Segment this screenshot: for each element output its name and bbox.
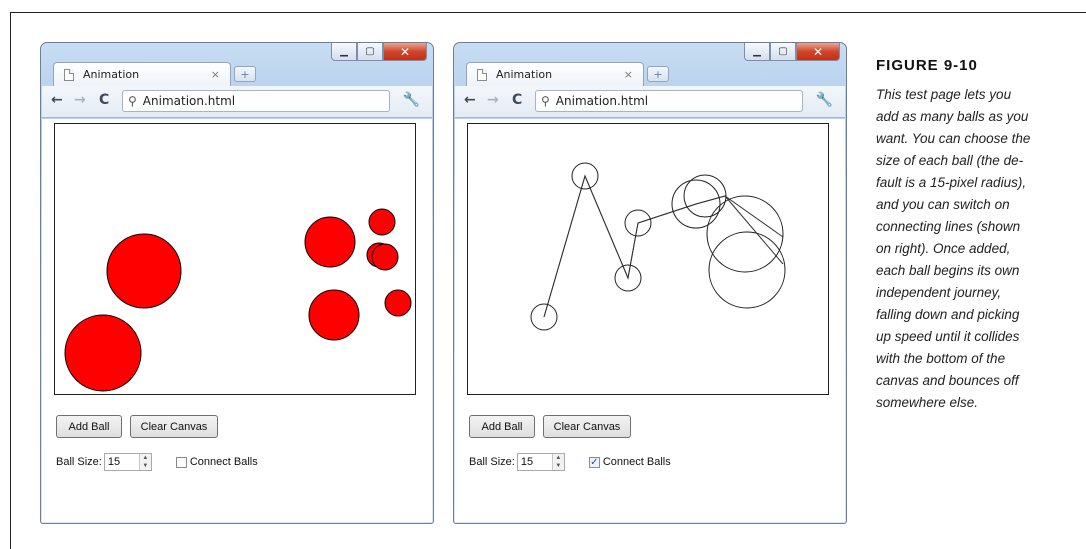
- forward-arrow-icon[interactable]: →: [74, 92, 86, 108]
- new-tab-button[interactable]: +: [647, 66, 669, 82]
- connecting-lines: [543, 174, 784, 318]
- wrench-icon[interactable]: 🔧: [403, 92, 420, 108]
- browser-toolbar: ← → C ⚲ Animation.html 🔧: [455, 86, 845, 118]
- caption-line: fault is a 15-pixel radius),: [876, 175, 1027, 190]
- address-bar[interactable]: ⚲ Animation.html: [535, 90, 803, 112]
- connect-balls-label: Connect Balls: [189, 456, 258, 468]
- ball-size-label: Ball Size:: [56, 456, 102, 468]
- clear-canvas-button[interactable]: Clear Canvas: [543, 415, 631, 438]
- address-text: Animation.html: [555, 94, 649, 108]
- caption-line: up speed until it collides: [876, 329, 1020, 344]
- ball-size-label: Ball Size:: [469, 456, 515, 468]
- minimize-button[interactable]: ▁: [331, 43, 357, 61]
- connect-balls-checkbox[interactable]: ✓: [588, 456, 600, 468]
- window-controls: ▁ ▢ ✕: [331, 43, 427, 61]
- figure-frame-top: [10, 12, 1086, 13]
- caption-line: canvas and bounces off: [876, 373, 1019, 388]
- ball: [706, 195, 784, 273]
- caption-line: falling down and picking: [876, 307, 1020, 322]
- canvas-drawing: [64, 208, 412, 392]
- minimize-button[interactable]: ▁: [744, 43, 770, 61]
- browser-window-left: ▁ ▢ ✕ Animation × + ← → C ⚲ Animation.ht…: [40, 42, 434, 524]
- back-arrow-icon[interactable]: ←: [464, 92, 476, 108]
- ball: [368, 208, 396, 236]
- caption-line: connecting lines (shown: [876, 219, 1021, 234]
- ball: [304, 216, 356, 268]
- close-window-button[interactable]: ✕: [383, 43, 427, 61]
- caption-line: independent journey,: [876, 285, 1002, 300]
- browser-window-right: ▁ ▢ ✕ Animation × + ← → C ⚲ Animation.ht…: [453, 42, 847, 524]
- options-row: Ball Size: 15 ▲ ▼ ✓ Connect Balls: [469, 453, 846, 471]
- search-icon: ⚲: [128, 94, 137, 108]
- tab-title: Animation: [83, 68, 140, 81]
- tab-close-icon[interactable]: ×: [211, 68, 220, 81]
- ball: [371, 243, 399, 271]
- page-content: Add Ball Clear Canvas Ball Size: 15 ▲ ▼ C…: [42, 119, 432, 522]
- add-ball-button[interactable]: Add Ball: [469, 415, 535, 438]
- connect-line: [543, 174, 784, 318]
- ball: [308, 289, 360, 341]
- caption-line: and you can switch on: [876, 197, 1010, 212]
- caption-line: somewhere else.: [876, 395, 979, 410]
- connect-balls-checkbox[interactable]: [175, 456, 187, 468]
- connect-line: [543, 174, 784, 318]
- tab-close-icon[interactable]: ×: [624, 68, 633, 81]
- figure-caption: This test page lets you add as many ball…: [876, 84, 1076, 414]
- address-bar[interactable]: ⚲ Animation.html: [122, 90, 390, 112]
- browser-toolbar: ← → C ⚲ Animation.html 🔧: [42, 86, 432, 118]
- stepper-arrows-icon[interactable]: ▲ ▼: [138, 454, 151, 470]
- figure-frame-left: [10, 12, 11, 549]
- balls-group: [64, 208, 412, 392]
- page-icon: [64, 68, 74, 81]
- clear-canvas-button[interactable]: Clear Canvas: [130, 415, 218, 438]
- caption-line: size of each ball (the de-: [876, 153, 1024, 168]
- canvas-drawing: [530, 162, 786, 331]
- new-tab-button[interactable]: +: [234, 66, 256, 82]
- back-arrow-icon[interactable]: ←: [51, 92, 63, 108]
- tab-title: Animation: [496, 68, 553, 81]
- browser-tab[interactable]: Animation ×: [53, 62, 231, 86]
- ball-size-value: 15: [520, 456, 534, 468]
- animation-canvas[interactable]: [467, 123, 829, 395]
- ball: [106, 233, 182, 309]
- page-content: Add Ball Clear Canvas Ball Size: 15 ▲ ▼ ✓…: [455, 119, 845, 522]
- caption-line: each ball begins its own: [876, 263, 1020, 278]
- caption-line: add as many balls as you: [876, 109, 1029, 124]
- ball-size-value: 15: [107, 456, 121, 468]
- close-window-button[interactable]: ✕: [796, 43, 840, 61]
- ball: [384, 289, 412, 317]
- add-ball-button[interactable]: Add Ball: [56, 415, 122, 438]
- reload-icon[interactable]: C: [99, 92, 109, 108]
- ball: [708, 231, 786, 309]
- caption-line: This test page lets you: [876, 87, 1012, 102]
- stepper-arrows-icon[interactable]: ▲ ▼: [551, 454, 564, 470]
- forward-arrow-icon[interactable]: →: [487, 92, 499, 108]
- maximize-button[interactable]: ▢: [357, 43, 383, 61]
- address-text: Animation.html: [142, 94, 236, 108]
- caption-line: on right). Once added,: [876, 241, 1011, 256]
- options-row: Ball Size: 15 ▲ ▼ Connect Balls: [56, 453, 433, 471]
- ball-size-stepper[interactable]: 15 ▲ ▼: [103, 453, 152, 471]
- animation-canvas[interactable]: [54, 123, 416, 395]
- caption-line: with the bottom of the: [876, 351, 1006, 366]
- page-icon: [477, 68, 487, 81]
- wrench-icon[interactable]: 🔧: [816, 92, 833, 108]
- reload-icon[interactable]: C: [512, 92, 522, 108]
- browser-tab[interactable]: Animation ×: [466, 62, 644, 86]
- ball: [64, 314, 142, 392]
- window-controls: ▁ ▢ ✕: [744, 43, 840, 61]
- search-icon: ⚲: [541, 94, 550, 108]
- figure-title: FIGURE 9-10: [876, 57, 978, 74]
- ball-size-stepper[interactable]: 15 ▲ ▼: [516, 453, 565, 471]
- balls-group: [530, 162, 786, 331]
- connect-balls-label: Connect Balls: [602, 456, 671, 468]
- maximize-button[interactable]: ▢: [770, 43, 796, 61]
- caption-line: want. You can choose the: [876, 131, 1031, 146]
